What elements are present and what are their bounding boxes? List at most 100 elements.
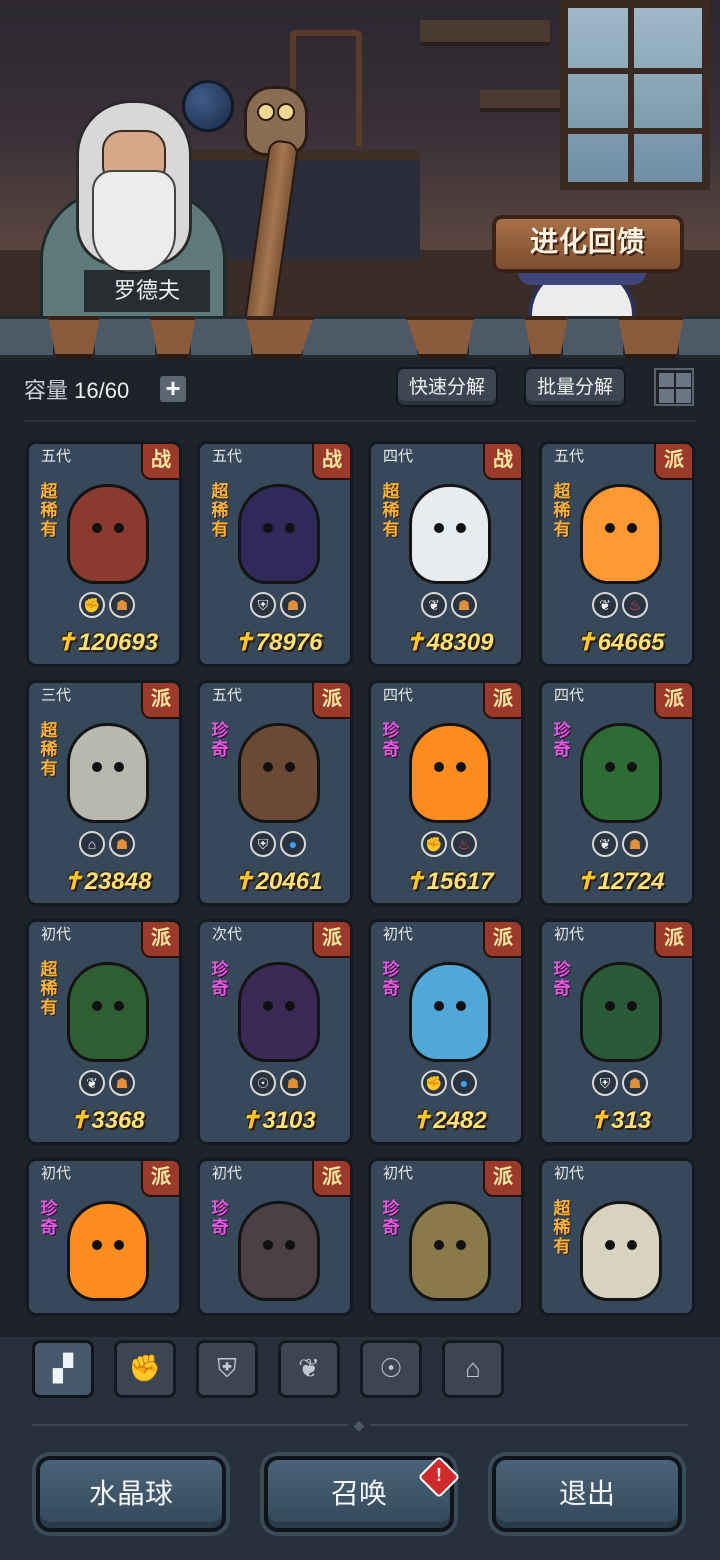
filter-all-icon[interactable]: ▞ [32, 1340, 94, 1398]
creature-card[interactable]: 五代 派超稀有 ❦ ♨ ✝64665 [539, 441, 695, 667]
generation-label: 初代 [554, 926, 585, 943]
attribute-icons: ✊ ♨ [371, 831, 521, 861]
creature-card[interactable]: 初代 派珍奇 ✊ ● ✝2482 [368, 919, 524, 1145]
attribute-icons: ✊ ☗ [29, 592, 179, 622]
generation-label: 五代 [554, 448, 585, 465]
rail-plate [466, 316, 532, 358]
rarity-label: 超稀有 [211, 482, 229, 539]
power-number: 3368 [91, 1107, 145, 1134]
power-icon: ✝ [588, 1107, 610, 1134]
npc-name-label: 罗德夫 [84, 270, 210, 312]
earth-icon: ☗ [280, 1070, 306, 1096]
creature-sprite [409, 962, 491, 1062]
water-icon: ● [451, 1070, 477, 1096]
faction-tag: 战 [141, 444, 179, 480]
filter-horn-icon[interactable]: ⌂ [442, 1340, 504, 1398]
fist-icon: ✊ [421, 1070, 447, 1096]
creature-card[interactable]: 五代 战超稀有 ⛨ ☗ ✝78976 [197, 441, 353, 667]
earth-icon: ☗ [109, 1070, 135, 1096]
filter-shield-icon[interactable]: ⛨ [196, 1340, 258, 1398]
creature-sprite [580, 484, 662, 584]
earth-icon: ☗ [622, 831, 648, 857]
power-value: ✝20461 [200, 867, 350, 901]
generation-label: 五代 [212, 448, 243, 465]
creature-card[interactable]: 初代 超稀有 [539, 1158, 695, 1316]
window [560, 0, 710, 190]
exit-button[interactable]: 退出 [492, 1456, 682, 1532]
creature-card[interactable]: 五代 派珍奇 ⛨ ● ✝20461 [197, 680, 353, 906]
creature-card[interactable]: 初代 派珍奇 [368, 1158, 524, 1316]
generation-label: 初代 [212, 1165, 243, 1182]
power-number: 78976 [255, 629, 323, 656]
creature-sprite [238, 962, 320, 1062]
creature-card[interactable]: 初代 派超稀有 ❦ ☗ ✝3368 [26, 919, 182, 1145]
attribute-icons: ⛨ ☗ [542, 1070, 692, 1100]
faction-tag: 派 [141, 1161, 179, 1197]
evolution-feedback-button[interactable]: 进化回馈 [492, 215, 684, 273]
creature-card[interactable]: 初代 派珍奇 [197, 1158, 353, 1316]
faction-tag: 派 [141, 683, 179, 719]
power-number: 313 [611, 1107, 652, 1134]
power-icon: ✝ [62, 868, 83, 895]
divider-ornament-icon: ◆ [348, 1417, 370, 1433]
creature-card[interactable]: 次代 派珍奇 ☉ ☗ ✝3103 [197, 919, 353, 1145]
power-icon: ✝ [404, 629, 425, 656]
earth-icon: ☗ [109, 592, 135, 618]
generation-label: 初代 [41, 926, 72, 943]
creature-card[interactable]: 四代 派珍奇 ❦ ☗ ✝12724 [539, 680, 695, 906]
creature-card[interactable]: 初代 派珍奇 [26, 1158, 182, 1316]
rarity-label: 超稀有 [382, 482, 400, 539]
horn-icon: ⌂ [79, 831, 105, 857]
power-value: ✝12724 [542, 867, 692, 901]
rail-plate [188, 316, 254, 358]
leaf-icon: ❦ [592, 592, 618, 618]
attribute-icons: ❦ ♨ [542, 592, 692, 622]
faction-tag: 派 [483, 683, 521, 719]
creature-sprite [67, 723, 149, 823]
rarity-label: 珍奇 [553, 960, 571, 998]
attribute-icons: ☉ ☗ [200, 1070, 350, 1100]
creature-sprite [238, 484, 320, 584]
power-icon: ✝ [404, 868, 425, 895]
earth-icon: ☗ [451, 592, 477, 618]
creature-sprite [580, 723, 662, 823]
filter-spirit-icon[interactable]: ☉ [360, 1340, 422, 1398]
power-number: 120693 [78, 629, 159, 656]
faction-tag: 派 [312, 922, 350, 958]
filter-leaf-icon[interactable]: ❦ [278, 1340, 340, 1398]
quick-dismantle-button[interactable]: 快速分解 [396, 367, 498, 407]
wooden-rail [0, 316, 720, 358]
creature-sprite [67, 1201, 149, 1301]
generation-label: 五代 [41, 448, 72, 465]
power-number: 48309 [426, 629, 494, 656]
creature-card[interactable]: 初代 派珍奇 ⛨ ☗ ✝313 [539, 919, 695, 1145]
faction-tag: 派 [483, 1161, 521, 1197]
add-capacity-button[interactable]: + [160, 375, 186, 402]
capacity-indicator: 容量 16/60 [24, 376, 129, 406]
wizard-beard [92, 170, 176, 274]
rail-plate [560, 316, 626, 358]
batch-dismantle-button[interactable]: 批量分解 [524, 367, 626, 407]
creature-card[interactable]: 四代 战超稀有 ❦ ☗ ✝48309 [368, 441, 524, 667]
faction-tag: 战 [312, 444, 350, 480]
creature-card[interactable]: 三代 派超稀有 ⌂ ☗ ✝23848 [26, 680, 182, 906]
power-icon: ✝ [240, 1107, 261, 1134]
creature-card[interactable]: 四代 派珍奇 ✊ ♨ ✝15617 [368, 680, 524, 906]
rail-plate [676, 316, 720, 358]
rail-plate [92, 316, 158, 358]
rarity-label: 珍奇 [382, 721, 400, 759]
crystal-ball-button[interactable]: 水晶球 [36, 1456, 226, 1532]
earth-icon: ☗ [622, 1070, 648, 1096]
filter-fist-icon[interactable]: ✊ [114, 1340, 176, 1398]
faction-tag: 派 [141, 922, 179, 958]
creature-card[interactable]: 五代 战超稀有 ✊ ☗ ✝120693 [26, 441, 182, 667]
power-number: 3103 [262, 1107, 316, 1134]
attribute-icons: ⌂ ☗ [29, 831, 179, 861]
shield-icon: ⛨ [250, 592, 276, 618]
grid-view-icon[interactable] [654, 368, 694, 406]
power-value: ✝15617 [371, 867, 521, 901]
shield-icon: ⛨ [250, 831, 276, 857]
power-icon: ✝ [233, 868, 254, 895]
creature-sprite [67, 484, 149, 584]
attribute-icons: ❦ ☗ [371, 592, 521, 622]
